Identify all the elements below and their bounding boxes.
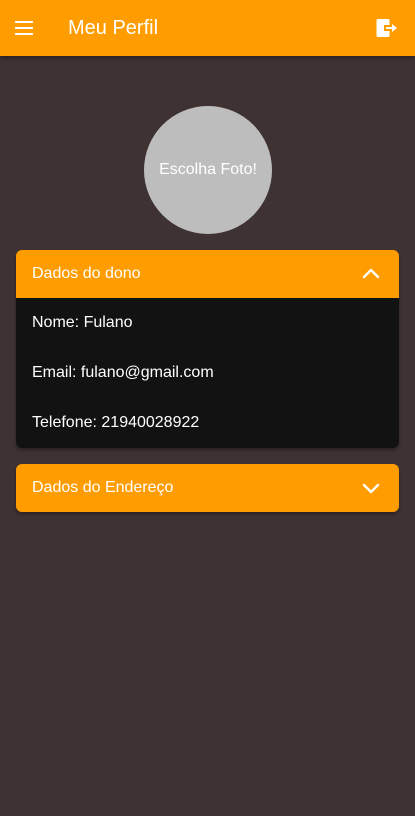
owner-email-label: Email:: [32, 364, 77, 381]
page-title: Meu Perfil: [68, 17, 159, 39]
menu-icon: [15, 21, 33, 35]
owner-data-panel-header[interactable]: Dados do dono: [16, 250, 399, 298]
owner-email-value: fulano@gmail.com: [80, 364, 214, 381]
owner-name-row: Nome: Fulano: [16, 298, 399, 348]
chevron-up-icon: [362, 268, 380, 279]
logout-button[interactable]: [375, 16, 399, 40]
menu-button[interactable]: [12, 16, 36, 40]
owner-phone-row: Telefone: 21940028922: [16, 398, 399, 448]
address-data-panel: Dados do Endereço: [16, 464, 399, 512]
owner-data-panel-title: Dados do dono: [32, 265, 141, 282]
choose-photo-label: Escolha Foto!: [159, 161, 257, 178]
owner-data-panel-body: Nome: Fulano Email: fulano@gmail.com Tel…: [16, 298, 399, 448]
app-bar: Meu Perfil: [0, 0, 415, 56]
owner-phone-value: 21940028922: [101, 414, 200, 431]
owner-email-row: Email: fulano@gmail.com: [16, 348, 399, 398]
logout-icon: [376, 19, 397, 37]
owner-name-value: Fulano: [83, 314, 133, 331]
address-data-panel-header[interactable]: Dados do Endereço: [16, 464, 399, 512]
address-data-panel-title: Dados do Endereço: [32, 479, 174, 496]
owner-phone-label: Telefone:: [32, 414, 97, 431]
chevron-down-icon: [362, 483, 380, 494]
choose-photo-button[interactable]: Escolha Foto!: [144, 106, 272, 234]
owner-name-label: Nome:: [32, 314, 80, 331]
owner-data-panel: Dados do dono Nome: Fulano Email: fulano…: [16, 250, 399, 448]
